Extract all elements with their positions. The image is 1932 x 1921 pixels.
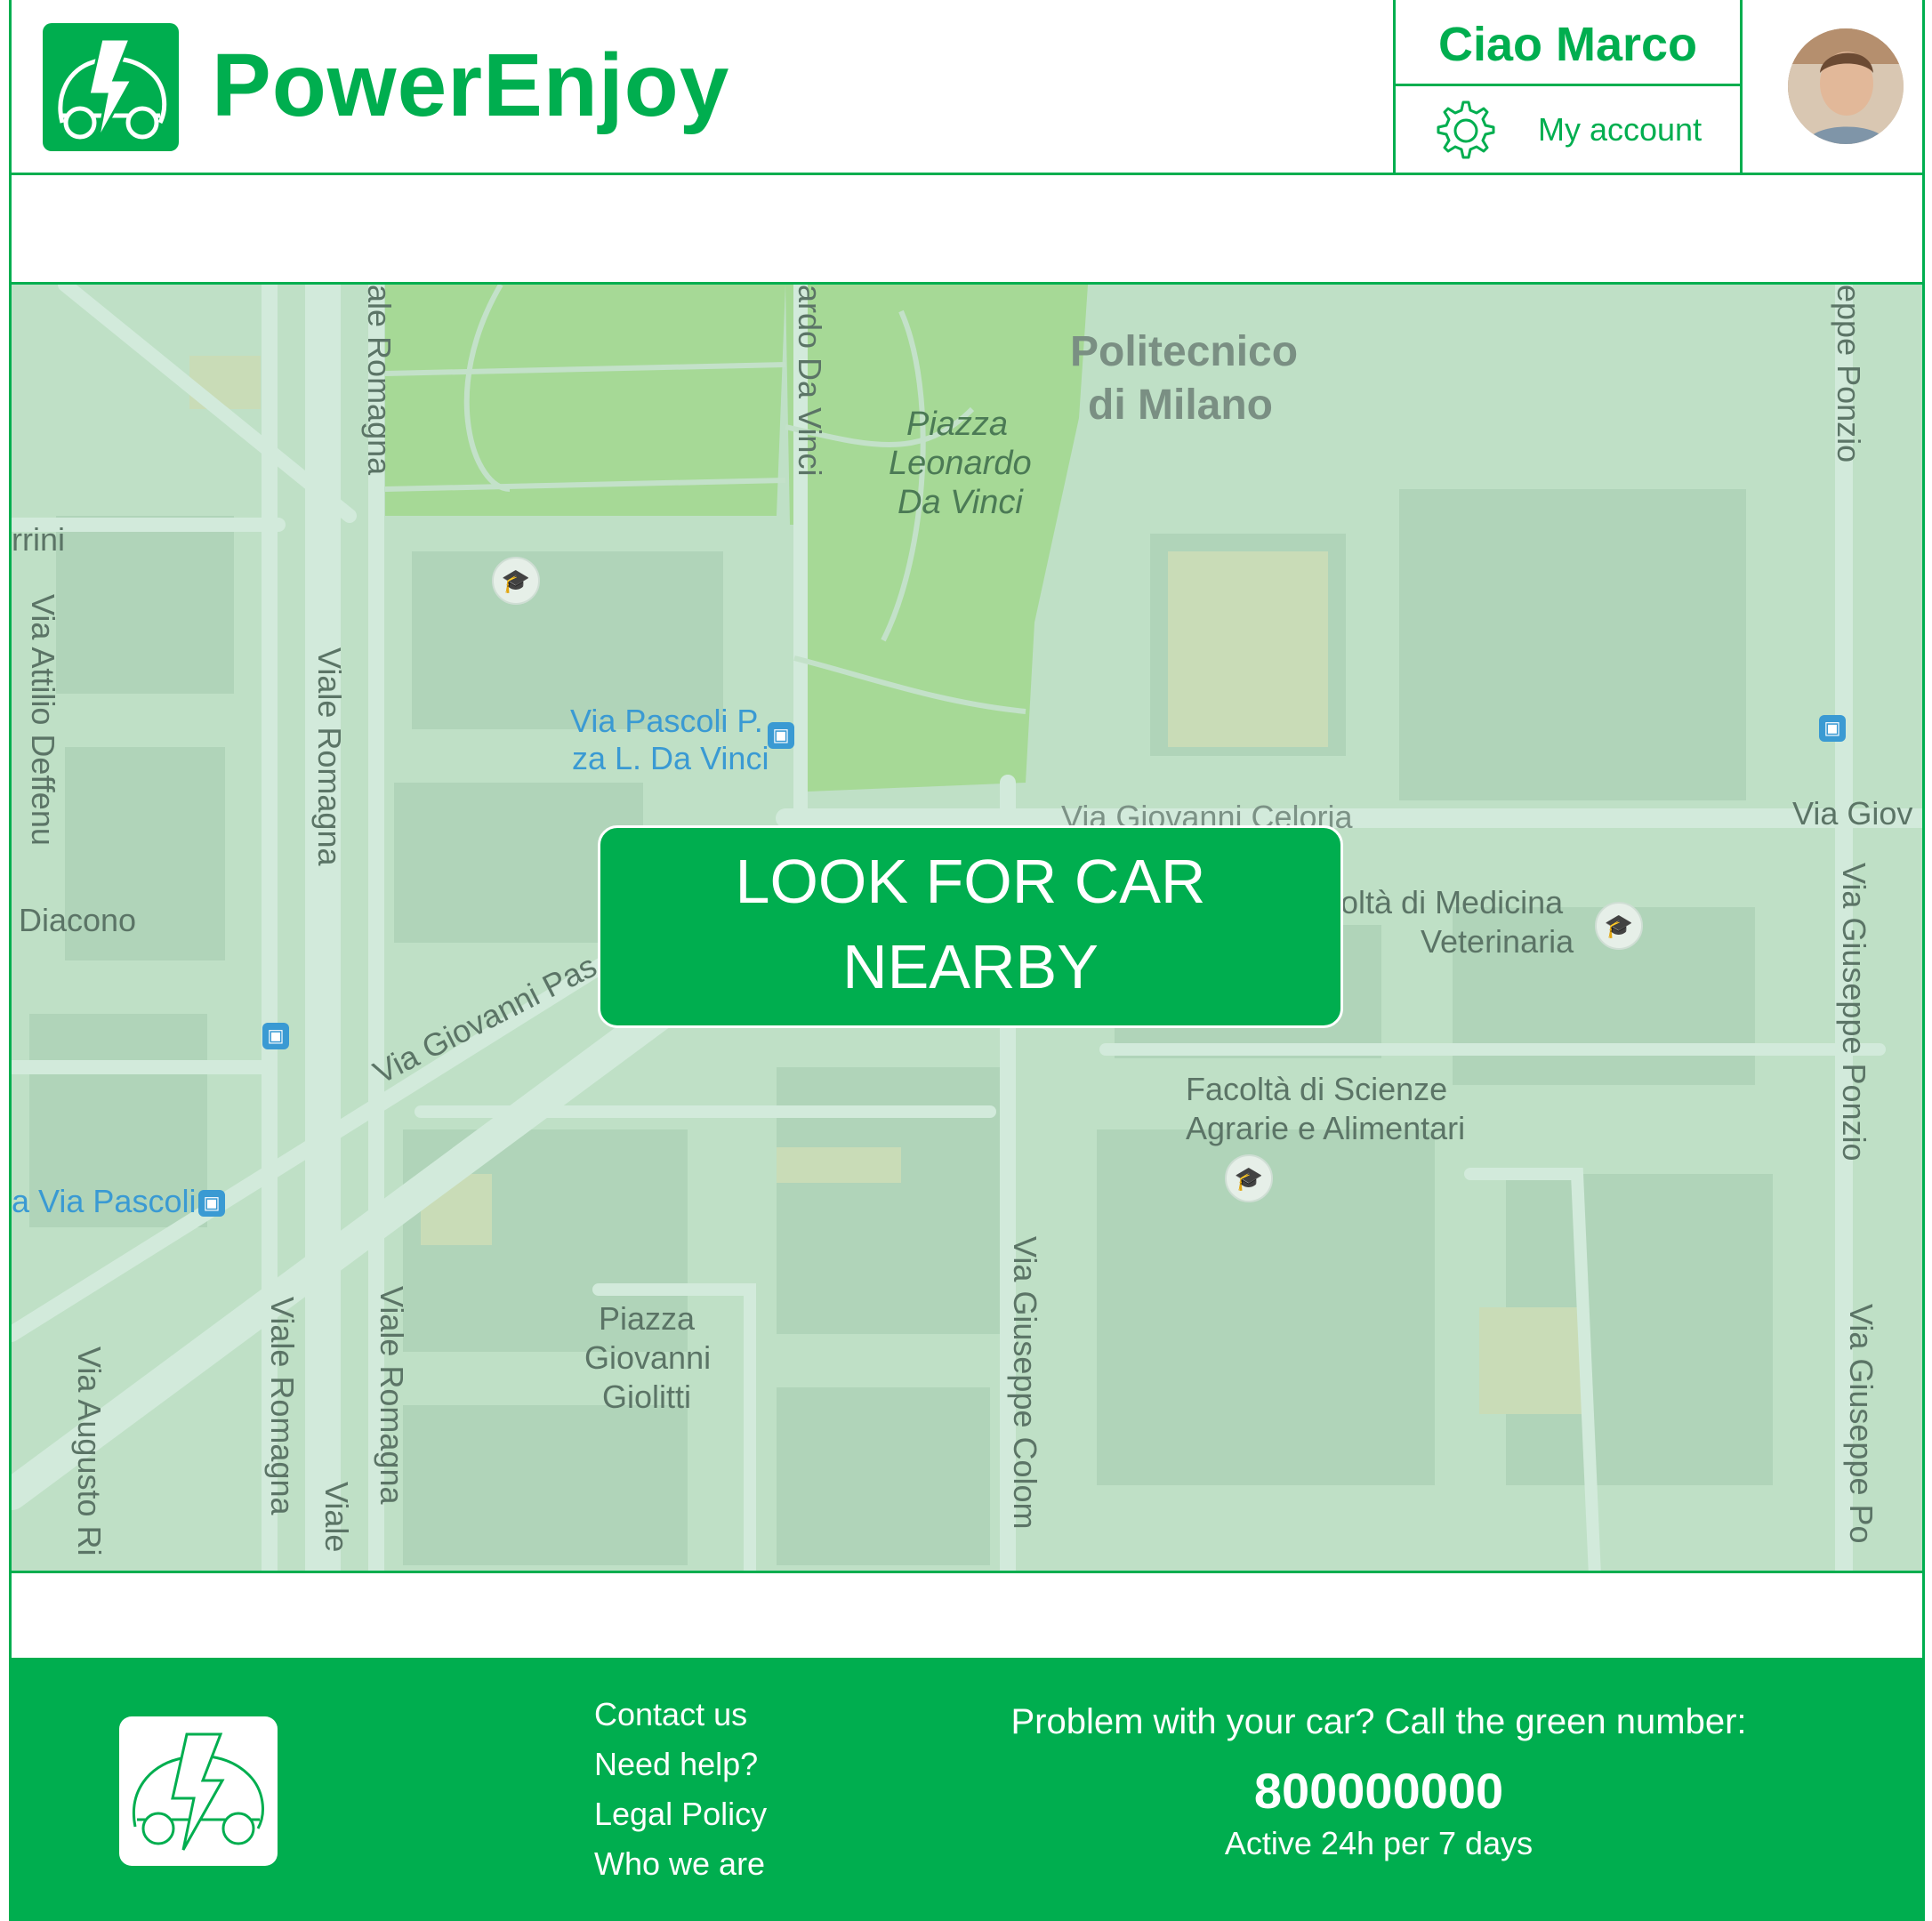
map-label-piazza-giolitti: Piazza xyxy=(599,1300,696,1337)
help-section: Problem with your car? Call the green nu… xyxy=(978,1702,1779,1862)
map-label-viale-romagna-3: Viale Romagna xyxy=(374,1286,410,1505)
who-we-are-link[interactable]: Who we are xyxy=(594,1839,767,1889)
gear-icon xyxy=(1437,100,1495,159)
electric-car-icon xyxy=(133,1732,264,1851)
map-label-via-giov: Via Giov xyxy=(1792,795,1913,832)
map-label-ponzio-top: eppe Ponzio xyxy=(1831,285,1867,463)
university-icon[interactable]: 🎓 xyxy=(1225,1154,1273,1202)
map-label-ponzio-mid: Via Giuseppe Ponzio xyxy=(1836,863,1872,1161)
map-label-viale: Viale xyxy=(318,1482,355,1553)
map-label-piazza-giolitti-3: Giolitti xyxy=(602,1378,692,1415)
user-panel: Ciao Marco My account xyxy=(1393,0,1743,175)
footer: Contact us Need help? Legal Policy Who w… xyxy=(9,1658,1925,1921)
bus-stop-icon[interactable]: ▣ xyxy=(262,1023,289,1049)
map-label-via-pascoli-left: a Via Pascoli xyxy=(12,1183,197,1219)
brand-name: PowerEnjoy xyxy=(212,36,730,135)
map-label-medicina: oltà di Medicina xyxy=(1340,884,1564,920)
greeting: Ciao Marco xyxy=(1396,0,1740,86)
electric-car-icon xyxy=(58,37,167,141)
map-label-via-pascoli-p: Via Pascoli P. xyxy=(570,703,763,739)
map-label-politecnico-2: di Milano xyxy=(1088,382,1273,429)
map-label-via-colom: Via Giuseppe Colom xyxy=(1007,1236,1043,1530)
look-for-car-button[interactable]: LOOK FOR CAR NEARBY xyxy=(598,825,1343,1028)
map-label-ponzio-bot: Via Giuseppe Po xyxy=(1843,1304,1880,1544)
map-label-politecnico: Politecnico xyxy=(1070,328,1299,375)
bus-stop-icon[interactable]: ▣ xyxy=(198,1190,225,1217)
map-label-piazza-ldv-3: Da Vinci xyxy=(898,484,1023,521)
need-help-link[interactable]: Need help? xyxy=(594,1740,767,1789)
map-label-diacono: Diacono xyxy=(19,902,137,938)
university-icon[interactable]: 🎓 xyxy=(492,557,540,605)
my-account-link[interactable]: My account xyxy=(1396,86,1740,175)
help-question: Problem with your car? Call the green nu… xyxy=(1010,1702,1747,1741)
bus-stop-icon[interactable]: ▣ xyxy=(768,722,794,749)
availability-text: Active 24h per 7 days xyxy=(1224,1825,1534,1861)
map-label-rrini: rrini xyxy=(12,521,65,558)
map-label-via-pascoli-p2: za L. Da Vinci xyxy=(572,740,769,776)
map-label-agrarie-2: Agrarie e Alimentari xyxy=(1186,1110,1466,1146)
contact-us-link[interactable]: Contact us xyxy=(594,1690,767,1740)
footer-links: Contact us Need help? Legal Policy Who w… xyxy=(594,1690,767,1889)
map-label-viale-romagna: Viale Romagna xyxy=(311,647,348,866)
my-account-label: My account xyxy=(1538,111,1703,148)
map-label-viale-romagna-2: Viale Romagna xyxy=(264,1297,301,1515)
legal-policy-link[interactable]: Legal Policy xyxy=(594,1789,767,1839)
map-label-piazza-ldv-2: Leonardo xyxy=(889,445,1032,482)
avatar[interactable] xyxy=(1788,28,1904,144)
map-label-via-attilio: Via Attilio Deffenu xyxy=(25,594,61,846)
map-label-via-augusto: Via Augusto Ri xyxy=(71,1346,108,1556)
university-icon[interactable]: 🎓 xyxy=(1595,902,1643,950)
map-label-piazza-giolitti-2: Giovanni xyxy=(584,1339,712,1376)
cta-line-2: NEARBY xyxy=(842,932,1099,1001)
map-label-leonardo-road: ardo Da Vinci xyxy=(792,285,828,477)
header: PowerEnjoy Ciao Marco My account xyxy=(9,0,1925,175)
avatar-photo xyxy=(1788,28,1904,144)
footer-logo[interactable] xyxy=(119,1716,278,1866)
bus-stop-icon[interactable]: ▣ xyxy=(1819,715,1846,742)
map-label-agrarie: Facoltà di Scienze xyxy=(1186,1071,1448,1107)
logo[interactable] xyxy=(43,23,179,151)
green-number[interactable]: 800000000 xyxy=(978,1762,1779,1820)
cta-line-1: LOOK FOR CAR xyxy=(735,847,1206,916)
map-label-piazza-ldv: Piazza xyxy=(906,406,1009,443)
map-label-medicina-2: Veterinaria xyxy=(1421,923,1574,960)
map-label-viale-romagna-top: ale Romagna xyxy=(361,285,398,476)
